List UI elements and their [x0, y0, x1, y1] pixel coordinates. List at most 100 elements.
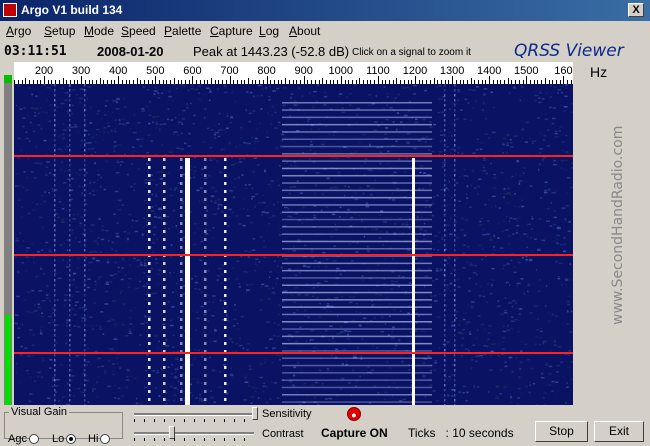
noise-speck: [167, 301, 170, 303]
noise-speck: [115, 234, 120, 237]
carrier-streak: [84, 389, 86, 392]
agc-option[interactable]: Agc: [8, 433, 39, 445]
sensitivity-slider[interactable]: [134, 407, 258, 422]
noise-speck: [503, 325, 505, 327]
noise-speck: [267, 112, 269, 115]
signal-dash: [282, 196, 432, 199]
noise-speck: [571, 162, 573, 165]
noise-speck: [464, 219, 469, 221]
noise-speck: [548, 312, 550, 314]
noise-speck: [557, 92, 559, 94]
noise-speck: [554, 260, 558, 263]
menu-log[interactable]: Log: [259, 24, 279, 38]
menu-speed[interactable]: Speed: [121, 24, 156, 38]
noise-speck: [208, 175, 211, 177]
noise-speck: [65, 145, 69, 148]
menu-argo[interactable]: Argo: [6, 24, 31, 38]
noise-speck: [21, 323, 24, 326]
carrier-streak: [54, 399, 56, 402]
noise-speck: [361, 220, 363, 223]
carrier-streak: [69, 394, 71, 397]
noise-speck: [92, 194, 96, 196]
noise-speck: [357, 214, 361, 217]
noise-speck: [61, 150, 63, 152]
noise-speck: [380, 331, 385, 333]
noise-speck: [286, 231, 290, 233]
signal-dash: [282, 123, 432, 126]
noise-speck: [509, 401, 513, 403]
noise-speck: [144, 256, 148, 258]
agc-radio[interactable]: [28, 434, 39, 445]
menu-about[interactable]: About: [289, 24, 320, 38]
noise-speck: [465, 202, 467, 205]
noise-speck: [66, 322, 68, 324]
lo-radio[interactable]: [66, 434, 77, 445]
noise-speck: [230, 367, 232, 369]
carrier-streak: [454, 99, 456, 102]
menu-mode[interactable]: Mode: [84, 24, 114, 38]
noise-speck: [545, 364, 548, 366]
menu-setup[interactable]: Setup: [44, 24, 75, 38]
carrier-streak: [54, 299, 56, 302]
carrier-streak: [69, 339, 71, 342]
noise-speck: [158, 395, 161, 397]
hi-option[interactable]: Hi: [88, 433, 111, 445]
noise-speck: [142, 86, 145, 88]
noise-speck: [432, 203, 434, 205]
noise-speck: [206, 210, 209, 212]
noise-speck: [97, 110, 101, 112]
noise-speck: [87, 86, 91, 88]
noise-speck: [304, 244, 307, 247]
noise-speck: [194, 275, 197, 277]
carrier-streak: [444, 194, 446, 197]
noise-speck: [173, 399, 175, 402]
noise-speck: [65, 403, 70, 405]
noise-speck: [392, 382, 396, 384]
waterfall-display[interactable]: [14, 84, 573, 405]
lo-option[interactable]: Lo: [52, 433, 77, 445]
lo-label: Lo: [52, 433, 65, 445]
noise-speck: [97, 237, 100, 239]
contrast-slider[interactable]: [134, 426, 258, 441]
signal-dash: [282, 218, 432, 221]
noise-speck: [394, 280, 398, 283]
noise-speck: [162, 324, 166, 327]
noise-speck: [489, 239, 493, 241]
noise-speck: [370, 187, 375, 190]
carrier-streak: [444, 369, 446, 372]
carrier-streak: [54, 259, 56, 262]
noise-speck: [55, 324, 60, 326]
noise-speck: [571, 167, 573, 169]
noise-speck: [46, 161, 50, 163]
noise-speck: [563, 169, 568, 171]
noise-speck: [562, 250, 566, 253]
noise-speck: [346, 213, 349, 215]
noise-speck: [300, 304, 302, 307]
noise-speck: [65, 209, 69, 212]
noise-speck: [271, 361, 274, 364]
noise-speck: [170, 188, 172, 190]
noise-speck: [556, 239, 558, 241]
noise-speck: [62, 133, 65, 136]
noise-speck: [467, 304, 469, 307]
level-fill: [5, 315, 11, 405]
noise-speck: [458, 268, 460, 271]
noise-speck: [436, 316, 440, 318]
carrier-streak: [444, 184, 446, 187]
noise-speck: [53, 217, 56, 219]
close-button[interactable]: X: [628, 3, 644, 17]
carrier-streak: [84, 304, 86, 307]
noise-speck: [222, 307, 225, 309]
menu-palette[interactable]: Palette: [164, 24, 201, 38]
noise-speck: [339, 206, 342, 209]
noise-speck: [488, 325, 492, 327]
carrier-streak: [454, 189, 456, 192]
menu-capture[interactable]: Capture: [210, 24, 253, 38]
exit-button[interactable]: Exit: [594, 421, 644, 442]
noise-speck: [29, 121, 32, 124]
noise-speck: [62, 259, 64, 261]
noise-speck: [394, 344, 398, 347]
carrier-streak: [54, 169, 56, 172]
hi-radio[interactable]: [100, 434, 111, 445]
stop-button[interactable]: Stop: [535, 421, 588, 442]
